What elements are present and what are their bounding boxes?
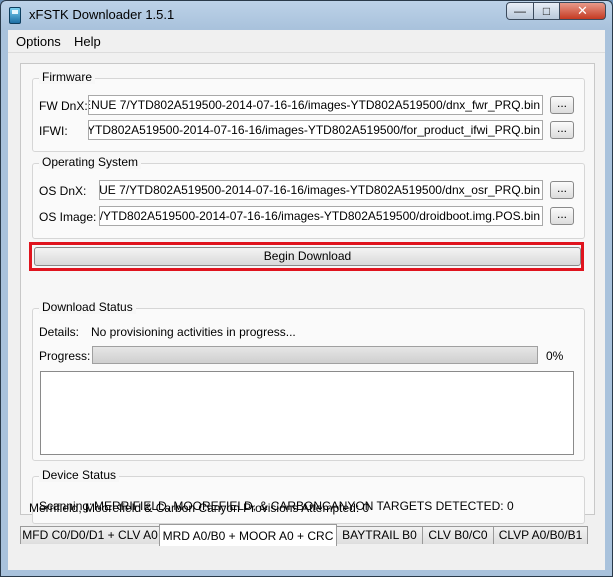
- ifwi-path-text: VENUE 7/YTD802A519500-2014-07-16-16/imag…: [88, 123, 540, 137]
- ifwi-path-field[interactable]: VENUE 7/YTD802A519500-2014-07-16-16/imag…: [88, 120, 543, 140]
- fw-dnx-path-field[interactable]: IA/DELL/VENUE 7/YTD802A519500-2014-07-16…: [88, 95, 543, 115]
- device-tabs: MFD C0/D0/D1 + CLV A0 MRD A0/B0 + MOOR A…: [20, 524, 595, 546]
- minimize-button[interactable]: —: [506, 2, 534, 20]
- close-button[interactable]: ✕: [559, 2, 606, 20]
- progress-percent: 0%: [546, 349, 564, 363]
- tab-baytrail[interactable]: BAYTRAIL B0: [336, 526, 423, 544]
- download-status-group: Download Status Details: No provisioning…: [32, 300, 585, 461]
- device-status-group-label: Device Status: [39, 468, 120, 482]
- menu-options[interactable]: Options: [16, 34, 61, 49]
- provisions-attempted-text: Merrifield, Moorefield & Carbon Canyon P…: [29, 501, 370, 515]
- main-panel: Firmware FW DnX: IA/DELL/VENUE 7/YTD802A…: [20, 63, 595, 524]
- download-status-group-label: Download Status: [39, 300, 136, 314]
- fw-dnx-label: FW DnX:: [39, 99, 88, 113]
- progress-bar: [92, 346, 538, 364]
- progress-label: Progress:: [39, 349, 91, 363]
- os-image-path-field[interactable]: ../VENUE 7/YTD802A519500-2014-07-16-16/i…: [99, 206, 543, 226]
- begin-download-button[interactable]: Begin Download: [34, 247, 581, 266]
- ifwi-browse-button[interactable]: ...: [550, 121, 574, 139]
- tab-mfd[interactable]: MFD C0/D0/D1 + CLV A0: [20, 526, 160, 544]
- ifwi-label: IFWI:: [39, 124, 68, 138]
- os-dnx-label: OS DnX:: [39, 184, 87, 198]
- os-dnx-path-field[interactable]: /DELL/VENUE 7/YTD802A519500-2014-07-16-1…: [99, 180, 543, 200]
- os-group-label: Operating System: [39, 155, 142, 169]
- client-area: Options Help Firmware FW DnX: IA/DELL/VE…: [8, 30, 605, 570]
- tab-clv[interactable]: CLV B0/C0: [422, 526, 494, 544]
- fw-dnx-path-text: IA/DELL/VENUE 7/YTD802A519500-2014-07-16…: [89, 98, 540, 112]
- firmware-group-label: Firmware: [39, 70, 95, 84]
- maximize-button[interactable]: □: [533, 2, 560, 20]
- app-window: xFSTK Downloader 1.5.1 — □ ✕ Options Hel…: [0, 0, 613, 577]
- menu-bar: Options Help: [8, 30, 605, 53]
- os-image-browse-button[interactable]: ...: [550, 207, 574, 225]
- device-status-group: Device Status Scanning: MERRIFIELD, MOOR…: [32, 468, 585, 524]
- os-dnx-path-text: /DELL/VENUE 7/YTD802A519500-2014-07-16-1…: [99, 183, 540, 197]
- window-title: xFSTK Downloader 1.5.1: [29, 7, 175, 22]
- fw-dnx-browse-button[interactable]: ...: [550, 96, 574, 114]
- menu-help[interactable]: Help: [74, 34, 101, 49]
- firmware-group: Firmware FW DnX: IA/DELL/VENUE 7/YTD802A…: [32, 70, 585, 152]
- app-icon: [9, 7, 21, 24]
- os-image-path-text: ../VENUE 7/YTD802A519500-2014-07-16-16/i…: [99, 209, 540, 223]
- title-bar[interactable]: xFSTK Downloader 1.5.1 — □ ✕: [1, 1, 612, 29]
- os-group: Operating System OS DnX: /DELL/VENUE 7/Y…: [32, 155, 585, 239]
- details-label: Details:: [39, 325, 80, 339]
- tab-clvp[interactable]: CLVP A0/B0/B1: [493, 526, 588, 544]
- tab-mrd[interactable]: MRD A0/B0 + MOOR A0 + CRC: [159, 524, 337, 546]
- begin-download-highlight: Begin Download: [29, 242, 584, 271]
- download-log-box[interactable]: [40, 371, 574, 455]
- os-dnx-browse-button[interactable]: ...: [550, 181, 574, 199]
- os-image-label: OS Image:: [39, 210, 97, 224]
- details-value: No provisioning activities in progress..…: [91, 325, 296, 339]
